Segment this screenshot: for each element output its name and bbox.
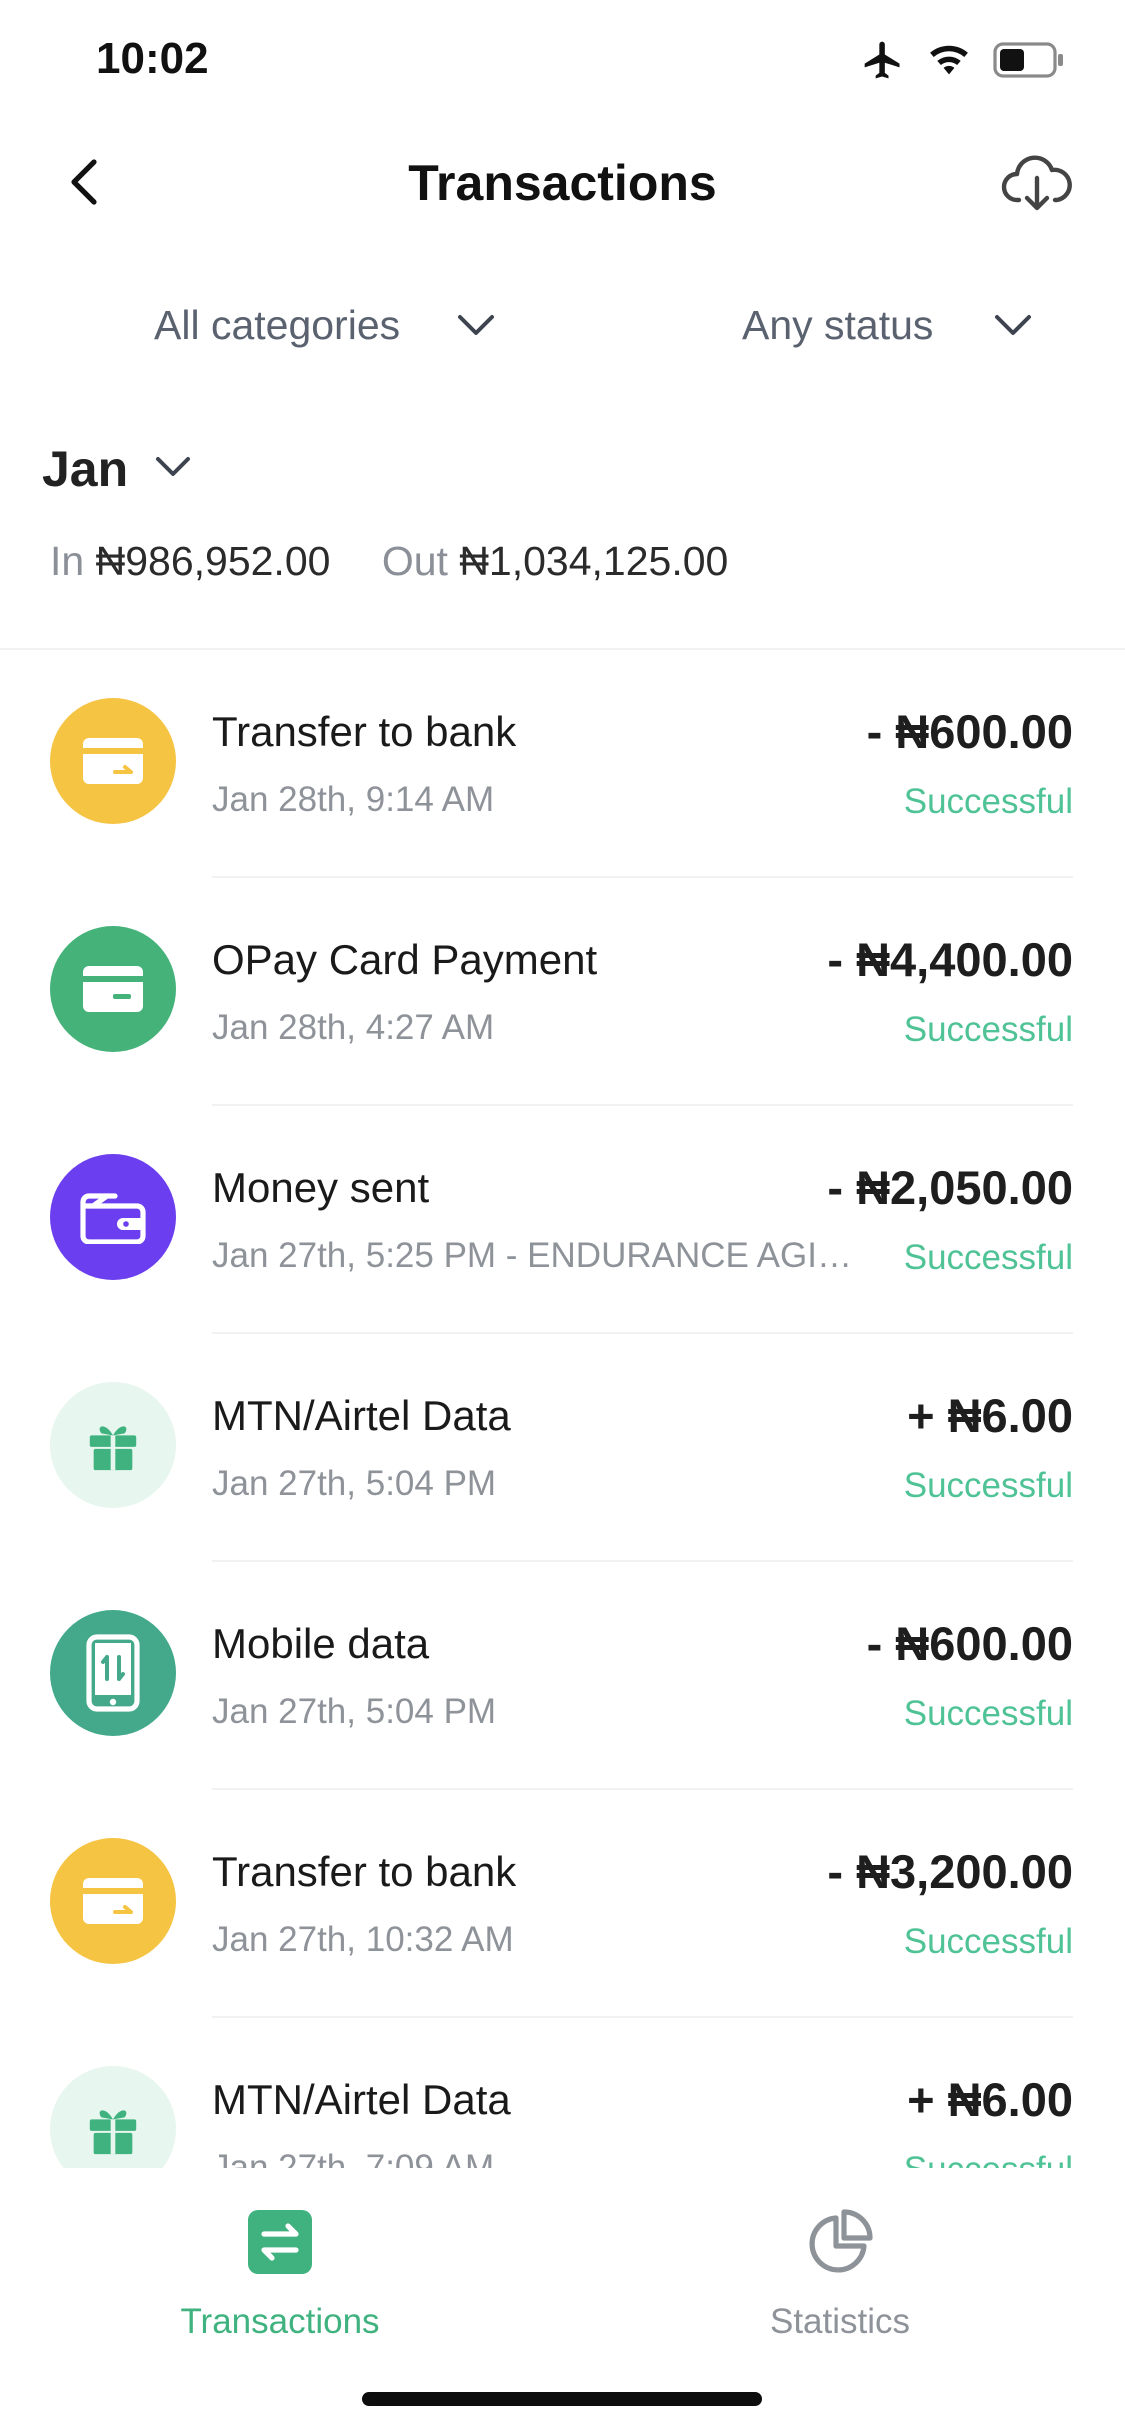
transaction-status: Successful [903, 2150, 1073, 2170]
transaction-subtitle: Jan 27th, 10:32 AM [212, 1920, 514, 1959]
transfer-arrows-icon [246, 2208, 314, 2276]
card-icon [50, 926, 176, 1052]
category-filter-dropdown[interactable]: All categories [154, 290, 496, 360]
month-selector[interactable]: Jan [42, 440, 192, 498]
gift-icon [50, 1382, 176, 1508]
transaction-row[interactable]: Transfer to bank Jan 28th, 9:14 AM - ₦60… [0, 650, 1125, 878]
transaction-title: Mobile data [212, 1620, 430, 1667]
transaction-subtitle: Jan 27th, 5:04 PM [212, 1692, 497, 1731]
in-value: ₦986,952.00 [95, 538, 331, 584]
transaction-title: MTN/Airtel Data [212, 2076, 511, 2123]
transaction-subtitle: Jan 27th, 5:04 PM [212, 1464, 497, 1503]
transaction-list[interactable]: Transfer to bank Jan 28th, 9:14 AM - ₦60… [0, 650, 1125, 2170]
month-summary: In ₦986,952.00 Out ₦1,034,125.00 [50, 538, 728, 585]
in-label: In [50, 538, 85, 584]
chevron-down-icon [456, 302, 496, 349]
cloud-download-icon [1001, 155, 1072, 211]
transaction-amount: - ₦2,050.00 [827, 1161, 1073, 1214]
category-filter-label: All categories [154, 301, 401, 348]
out-value: ₦1,034,125.00 [459, 538, 729, 584]
transaction-subtitle: Jan 28th, 9:14 AM [212, 780, 495, 819]
transaction-status: Successful [903, 1694, 1073, 1733]
transaction-row[interactable]: OPay Card Payment Jan 28th, 4:27 AM - ₦4… [0, 878, 1125, 1106]
header: Transactions [0, 130, 1125, 240]
transaction-subtitle: Jan 28th, 4:27 AM [212, 1008, 495, 1047]
transaction-status: Successful [903, 782, 1073, 821]
home-indicator [362, 2392, 762, 2406]
transaction-status: Successful [903, 1010, 1073, 1049]
status-bar: 10:02 [0, 0, 1125, 120]
transaction-amount: - ₦600.00 [866, 705, 1073, 758]
transaction-row[interactable]: Transfer to bank Jan 27th, 10:32 AM - ₦3… [0, 1790, 1125, 2018]
status-filter-label: Any status [742, 301, 934, 348]
out-label: Out [381, 538, 448, 584]
airplane-icon [861, 38, 905, 87]
transaction-status: Successful [903, 1238, 1073, 1277]
transaction-row[interactable]: Mobile data Jan 27th, 5:04 PM - ₦600.00 … [0, 1562, 1125, 1790]
gift-icon [50, 2066, 176, 2170]
wifi-icon [927, 42, 971, 83]
transaction-title: Transfer to bank [212, 1848, 517, 1895]
status-filter-dropdown[interactable]: Any status [742, 290, 1033, 360]
phone-data-icon [50, 1610, 176, 1736]
transaction-title: Transfer to bank [212, 708, 517, 755]
transaction-row[interactable]: MTN/Airtel Data Jan 27th, 5:04 PM + ₦6.0… [0, 1334, 1125, 1562]
status-icons [861, 38, 1065, 87]
transaction-row[interactable]: Money sent Jan 27th, 5:25 PM - ENDURANCE… [0, 1106, 1125, 1334]
chevron-down-icon [154, 455, 192, 484]
transaction-amount: - ₦600.00 [866, 1617, 1073, 1670]
transaction-title: Money sent [212, 1164, 430, 1211]
transaction-status: Successful [903, 1922, 1073, 1961]
bank-card-icon [50, 698, 176, 824]
wallet-icon [50, 1154, 176, 1280]
transaction-amount: - ₦3,200.00 [827, 1845, 1073, 1898]
filters: All categories Any status [0, 290, 1125, 380]
transaction-status: Successful [903, 1466, 1073, 1505]
tab-statistics[interactable]: Statistics [690, 2208, 990, 2342]
chevron-down-icon [993, 302, 1033, 349]
tab-transactions-label: Transactions [180, 2302, 380, 2341]
transaction-amount: - ₦4,400.00 [827, 933, 1073, 986]
pie-chart-icon [806, 2208, 874, 2276]
transaction-amount: + ₦6.00 [907, 1389, 1073, 1442]
transaction-amount: + ₦6.00 [907, 2073, 1073, 2126]
battery-icon [993, 42, 1065, 83]
transaction-subtitle: Jan 27th, 7:09 AM [212, 2148, 495, 2170]
transaction-row[interactable]: MTN/Airtel Data Jan 27th, 7:09 AM + ₦6.0… [0, 2018, 1125, 2170]
transaction-subtitle: Jan 27th, 5:25 PM - ENDURANCE AGIO... [212, 1236, 872, 1275]
status-time: 10:02 [96, 34, 209, 83]
download-button[interactable] [1001, 150, 1073, 214]
tab-transactions[interactable]: Transactions [130, 2208, 430, 2342]
transaction-title: MTN/Airtel Data [212, 1392, 511, 1439]
tab-statistics-label: Statistics [769, 2302, 911, 2341]
month-label: Jan [42, 441, 129, 497]
bank-card-icon [50, 1838, 176, 1964]
page-title: Transactions [408, 155, 717, 211]
transaction-title: OPay Card Payment [212, 936, 598, 983]
